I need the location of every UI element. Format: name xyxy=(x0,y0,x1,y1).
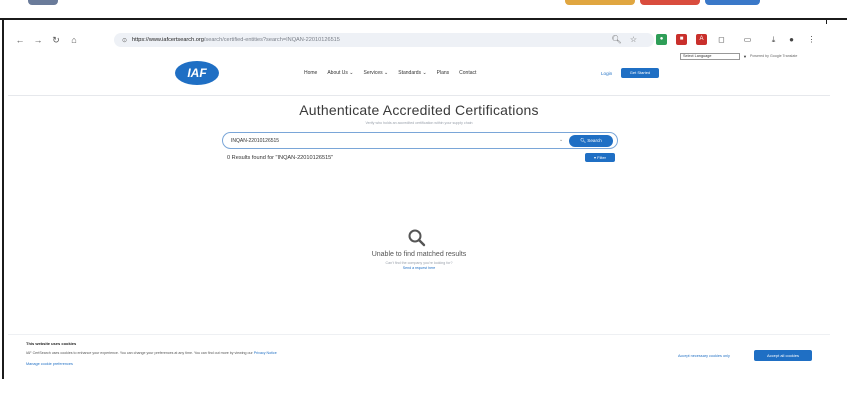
extensions-puzzle-icon[interactable]: ◻ xyxy=(716,34,727,45)
top-strip xyxy=(0,0,847,10)
extension-red-icon[interactable]: ■ xyxy=(676,34,687,45)
manage-cookie-preferences-link[interactable]: Manage cookie preferences xyxy=(26,362,73,366)
get-started-button[interactable]: Get Started xyxy=(621,68,659,78)
top-blob-blue xyxy=(705,0,760,5)
outer-frame-tick xyxy=(826,18,827,24)
chevron-down-icon: ▼ xyxy=(743,54,747,59)
search-dropdown-chevron-icon[interactable]: ⌄ xyxy=(559,137,563,143)
page-title: Authenticate Accredited Certifications xyxy=(299,102,539,118)
back-icon[interactable]: ← xyxy=(14,34,26,46)
main-nav: Home About Us ⌄ Services ⌄ Standards ⌄ P… xyxy=(304,70,476,76)
nav-about-us[interactable]: About Us ⌄ xyxy=(327,70,353,76)
nav-home[interactable]: Home xyxy=(304,70,317,76)
forward-icon[interactable]: → xyxy=(32,34,44,46)
profile-icon[interactable]: ● xyxy=(786,34,797,45)
results-count: 0 Results found for "INQAN-22010126515" xyxy=(227,155,334,161)
send-request-link[interactable]: Send a request here xyxy=(8,266,830,270)
top-blob-orange xyxy=(565,0,635,5)
url-host: https://www.iafcertsearch.org xyxy=(132,37,204,43)
accept-all-cookies-button[interactable]: Accept all cookies xyxy=(754,350,812,361)
language-select[interactable]: Select Language xyxy=(680,53,740,60)
extension-pdf-icon[interactable]: A xyxy=(696,34,707,45)
top-blob-left xyxy=(28,0,58,5)
magnifier-icon xyxy=(408,229,426,247)
menu-kebab-icon[interactable]: ⋮ xyxy=(806,34,817,45)
accept-necessary-cookies-link[interactable]: Accept necessary cookies only xyxy=(678,354,730,358)
cookie-text: IAF CertSearch uses cookies to enhance y… xyxy=(26,351,277,355)
filter-button-label: Filter xyxy=(597,155,607,160)
page-subtitle: Verify who holds an accredited certifica… xyxy=(365,121,473,125)
iaf-logo[interactable]: IAF xyxy=(175,61,219,85)
cookie-body: IAF CertSearch uses cookies to enhance y… xyxy=(26,351,253,355)
cookie-banner: This website uses cookies IAF CertSearch… xyxy=(8,334,830,374)
header-divider xyxy=(8,95,830,96)
search-bar: ⌄ 🔍︎ Search xyxy=(222,132,618,149)
sidepanel-icon[interactable]: ▭ xyxy=(742,34,753,45)
empty-state-title: Unable to find matched results xyxy=(371,251,467,258)
reload-icon[interactable]: ↻ xyxy=(50,34,62,46)
nav-plans[interactable]: Plans xyxy=(437,70,450,76)
download-icon[interactable]: ⤓ xyxy=(768,34,779,45)
nav-standards[interactable]: Standards ⌄ xyxy=(398,70,426,76)
nav-services[interactable]: Services ⌄ xyxy=(364,70,389,76)
powered-by-translate: Powered by Google Translate xyxy=(750,54,798,58)
extension-green-icon[interactable]: ● xyxy=(656,34,667,45)
browser-toolbar: ← → ↻ ⌂ ⊙ https://www.iafcertsearch.org … xyxy=(8,30,830,50)
search-icon: 🔍︎ xyxy=(580,138,586,143)
zoom-icon[interactable]: 🔍︎ xyxy=(611,34,622,45)
filter-button[interactable]: ▾ Filter xyxy=(585,153,615,162)
nav-contact[interactable]: Contact xyxy=(459,70,476,76)
search-input[interactable] xyxy=(231,136,551,146)
url-path: /search/certified-entities?search=INQAN-… xyxy=(203,37,340,43)
address-bar[interactable]: ⊙ https://www.iafcertsearch.org /search/… xyxy=(114,33,654,47)
home-icon[interactable]: ⌂ xyxy=(68,34,80,46)
bookmark-star-icon[interactable]: ☆ xyxy=(628,34,639,45)
cookie-title: This website uses cookies xyxy=(26,341,77,346)
login-link[interactable]: Login xyxy=(601,71,612,76)
search-button[interactable]: 🔍︎ Search xyxy=(569,135,613,147)
filter-icon: ▾ xyxy=(593,155,596,160)
site-info-icon[interactable]: ⊙ xyxy=(122,37,127,44)
outer-frame-top xyxy=(0,18,847,20)
top-blob-red xyxy=(640,0,700,5)
outer-frame-left xyxy=(2,18,4,379)
website: Select Language ▼ Powered by Google Tran… xyxy=(8,52,830,382)
privacy-notice-link[interactable]: Privacy Notice xyxy=(254,351,277,355)
search-button-label: Search xyxy=(587,138,602,143)
empty-state-subtitle: Can't find the company you're looking fo… xyxy=(385,261,453,265)
